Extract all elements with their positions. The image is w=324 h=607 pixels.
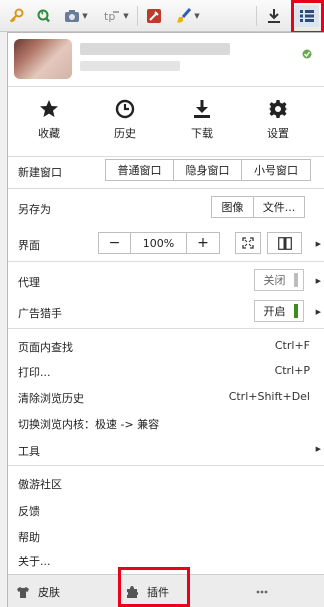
clock-icon: [115, 99, 135, 119]
brush-icon[interactable]: ▼: [170, 5, 206, 27]
camera-icon[interactable]: ▼: [60, 5, 92, 27]
account-name-blurred: [80, 43, 230, 55]
clear-history-label: 清除浏览历史: [18, 392, 84, 405]
print-shortcut: Ctrl+P: [274, 364, 310, 377]
tools-label: 工具: [18, 445, 40, 458]
download-icon: [194, 100, 210, 118]
toggle-on-indicator: [294, 304, 298, 318]
alt-account-window-button[interactable]: 小号窗口: [242, 160, 310, 180]
chevron-down-icon[interactable]: ▼: [82, 12, 87, 20]
ad-blocker-label: 广告猎手: [18, 307, 62, 320]
proxy-toggle[interactable]: 关闭: [254, 269, 304, 291]
key-icon[interactable]: [6, 5, 26, 27]
chevron-down-icon[interactable]: ▼: [194, 12, 199, 20]
refresh-search-icon[interactable]: [33, 5, 53, 27]
proxy-label: 代理: [18, 276, 40, 289]
sync-status-icon: [302, 49, 312, 59]
more-icon: [256, 590, 268, 594]
print-label: 打印...: [18, 366, 51, 379]
switch-engine-label: 切换浏览内核：极速 -> 兼容: [18, 418, 160, 431]
print-item[interactable]: 打印...: [18, 364, 308, 380]
downloads-label: 下载: [191, 127, 213, 140]
skin-button[interactable]: 皮肤: [16, 581, 60, 603]
settings-label: 设置: [267, 127, 289, 140]
clear-history-shortcut: Ctrl+Shift+Del: [228, 390, 310, 403]
fullscreen-icon: [236, 233, 260, 253]
avatar[interactable]: [14, 39, 72, 79]
zoom-level: 100%: [131, 233, 187, 253]
tools-item[interactable]: 工具: [18, 443, 308, 459]
zoom-in-button[interactable]: +: [187, 233, 219, 253]
history-label: 历史: [114, 127, 136, 140]
divider: [8, 188, 324, 189]
help-item[interactable]: 帮助: [18, 529, 308, 545]
fullscreen-button[interactable]: [235, 232, 261, 254]
translate-icon[interactable]: tp ▼: [101, 5, 131, 27]
private-window-button[interactable]: 隐身窗口: [174, 160, 242, 180]
split-view-icon: [268, 233, 301, 253]
settings-button[interactable]: 设置: [248, 99, 308, 141]
feedback-label: 反馈: [18, 505, 40, 518]
history-button[interactable]: 历史: [95, 99, 155, 141]
highlight-box-plugins: [118, 567, 190, 607]
zoom-control: − 100% +: [98, 232, 220, 254]
save-image-button[interactable]: 图像: [212, 197, 254, 217]
favorites-button[interactable]: 收藏: [19, 99, 79, 141]
ad-blocker-toggle[interactable]: 开启: [254, 300, 304, 322]
skin-label: 皮肤: [38, 586, 60, 599]
browser-toolbar: ▼ tp ▼ ▼: [0, 0, 324, 34]
normal-window-button[interactable]: 普通窗口: [106, 160, 174, 180]
toolbar-divider: [256, 6, 257, 26]
chevron-down-icon[interactable]: ▼: [123, 12, 128, 20]
proxy-state: 关闭: [263, 274, 286, 287]
download-icon[interactable]: [264, 5, 284, 27]
ad-blocker-submenu-arrow-icon[interactable]: ▶: [316, 308, 321, 316]
save-file-button[interactable]: 文件...: [254, 197, 304, 217]
ad-blocker-state: 开启: [263, 305, 286, 318]
toolbar-divider: [137, 6, 138, 26]
bottom-more-button[interactable]: [256, 581, 316, 603]
proxy-submenu-arrow-icon[interactable]: ▶: [316, 277, 321, 285]
sidebar-toggle-button[interactable]: [267, 232, 302, 254]
find-shortcut: Ctrl+F: [274, 339, 310, 352]
divider: [8, 86, 324, 87]
find-in-page-item[interactable]: 页面内查找: [18, 339, 308, 355]
find-in-page-label: 页面内查找: [18, 341, 73, 354]
community-label: 傲游社区: [18, 478, 62, 491]
divider: [8, 328, 324, 329]
new-window-label: 新建窗口: [18, 166, 62, 179]
tools-submenu-arrow-icon[interactable]: ▶: [316, 445, 321, 453]
downloads-button[interactable]: 下载: [172, 99, 232, 141]
interface-submenu-arrow-icon[interactable]: ▶: [316, 240, 321, 248]
save-as-options: 图像 文件...: [211, 196, 305, 218]
help-label: 帮助: [18, 531, 40, 544]
toggle-off-indicator: [294, 273, 298, 287]
star-icon: [40, 100, 58, 117]
toolbox-icon[interactable]: [144, 5, 164, 27]
divider: [8, 156, 324, 157]
main-menu: 收藏 历史 下载 设置 新建窗口 普通窗口 隐身窗口 小号窗口 另存为 图像 文…: [7, 32, 324, 607]
account-panel[interactable]: [8, 33, 324, 85]
about-label: 关于...: [18, 555, 51, 568]
community-item[interactable]: 傲游社区: [18, 476, 308, 492]
feedback-item[interactable]: 反馈: [18, 503, 308, 519]
account-info-blurred: [80, 61, 180, 71]
new-window-options: 普通窗口 隐身窗口 小号窗口: [105, 159, 311, 181]
switch-engine-item[interactable]: 切换浏览内核：极速 -> 兼容: [18, 416, 308, 432]
divider: [8, 465, 324, 466]
interface-label: 界面: [18, 239, 40, 252]
favorites-label: 收藏: [38, 127, 60, 140]
save-as-label: 另存为: [18, 203, 51, 216]
zoom-out-button[interactable]: −: [99, 233, 131, 253]
highlight-box-menu-button: [291, 0, 324, 34]
shirt-icon: [17, 586, 29, 598]
divider: [8, 261, 324, 262]
gear-icon: [268, 100, 288, 118]
